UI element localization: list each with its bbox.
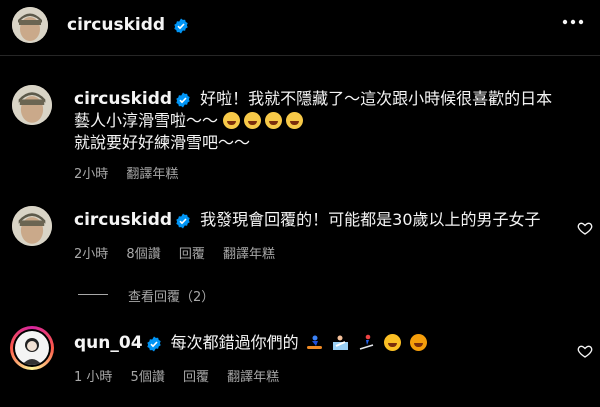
comment1-username[interactable]: circuskidd (74, 210, 172, 230)
person-bouncing-emoji-icon (332, 335, 348, 350)
skier-emoji-icon (359, 334, 374, 350)
comment1-text: 我發現會回覆的！可能都是30歲以上的男子女子 (200, 210, 541, 229)
caption-text-line2: 藝人小淳滑雪啦～～ (74, 111, 219, 130)
caption-body: circuskidd 好啦！我就不隱藏了～這次跟小時候很喜歡的日本 藝人小淳滑雪… (74, 88, 584, 154)
grinning-squint-emoji-icon (223, 112, 241, 129)
view-replies-link[interactable]: 查看回覆（2） (128, 286, 214, 305)
snowboarder-emoji-icon (306, 335, 322, 349)
view-replies-line (78, 294, 108, 295)
comment1-time: 2小時 (74, 247, 109, 262)
comment1-body: circuskidd 我發現會回覆的！可能都是30歲以上的男子女子 (74, 209, 541, 231)
like-heart-icon[interactable] (577, 220, 593, 236)
pleading-face-emoji-icon (384, 334, 402, 351)
comment2-text: 每次都錯過你們的 (170, 333, 299, 352)
grinning-squint-emoji-icon (265, 112, 283, 129)
caption-text-line1: 好啦！我就不隱藏了～這次跟小時候很喜歡的日本 (200, 89, 553, 108)
caption-text-line3: 就說要好好練滑雪吧～～ (74, 133, 251, 152)
comment2-likes[interactable]: 5個讚 (131, 370, 165, 385)
caption-meta: 2小時 翻譯年糕 (74, 163, 192, 182)
grinning-squint-emoji-icon (286, 112, 304, 129)
caption-translate-link[interactable]: 翻譯年糕 (126, 167, 178, 182)
comment1-translate-link[interactable]: 翻譯年糕 (223, 247, 275, 262)
comment2-reply-link[interactable]: 回覆 (183, 370, 209, 385)
grinning-squint-emoji-icon (244, 112, 262, 129)
comment1-meta: 2小時 8個讚 回覆 翻譯年糕 (74, 243, 289, 262)
verified-badge-icon (176, 92, 190, 107)
crying-face-emoji-icon (410, 334, 428, 351)
comment1-avatar[interactable] (12, 206, 52, 246)
comment2-body: qun_04 每次都錯過你們的 (74, 332, 431, 354)
header-user: circuskidd (67, 15, 189, 35)
verified-badge-icon (174, 18, 188, 33)
comment1-likes[interactable]: 8個讚 (126, 247, 160, 262)
comment2-meta: 1 小時 5個讚 回覆 翻譯年糕 (74, 366, 293, 385)
like-heart-icon[interactable] (577, 343, 593, 359)
caption-username[interactable]: circuskidd (74, 89, 172, 109)
comment2-avatar[interactable] (10, 326, 54, 370)
caption-time: 2小時 (74, 167, 109, 182)
caption-avatar[interactable] (12, 85, 52, 125)
verified-badge-icon (176, 213, 190, 228)
header-username[interactable]: circuskidd (67, 15, 165, 35)
comment2-time: 1 小時 (74, 370, 113, 385)
more-options-icon[interactable] (562, 19, 584, 25)
header-divider (0, 55, 600, 56)
comment2-translate-link[interactable]: 翻譯年糕 (227, 370, 279, 385)
verified-badge-icon (146, 336, 161, 351)
header-avatar[interactable] (12, 7, 48, 43)
comment2-username[interactable]: qun_04 (74, 333, 143, 353)
comment1-reply-link[interactable]: 回覆 (179, 247, 205, 262)
